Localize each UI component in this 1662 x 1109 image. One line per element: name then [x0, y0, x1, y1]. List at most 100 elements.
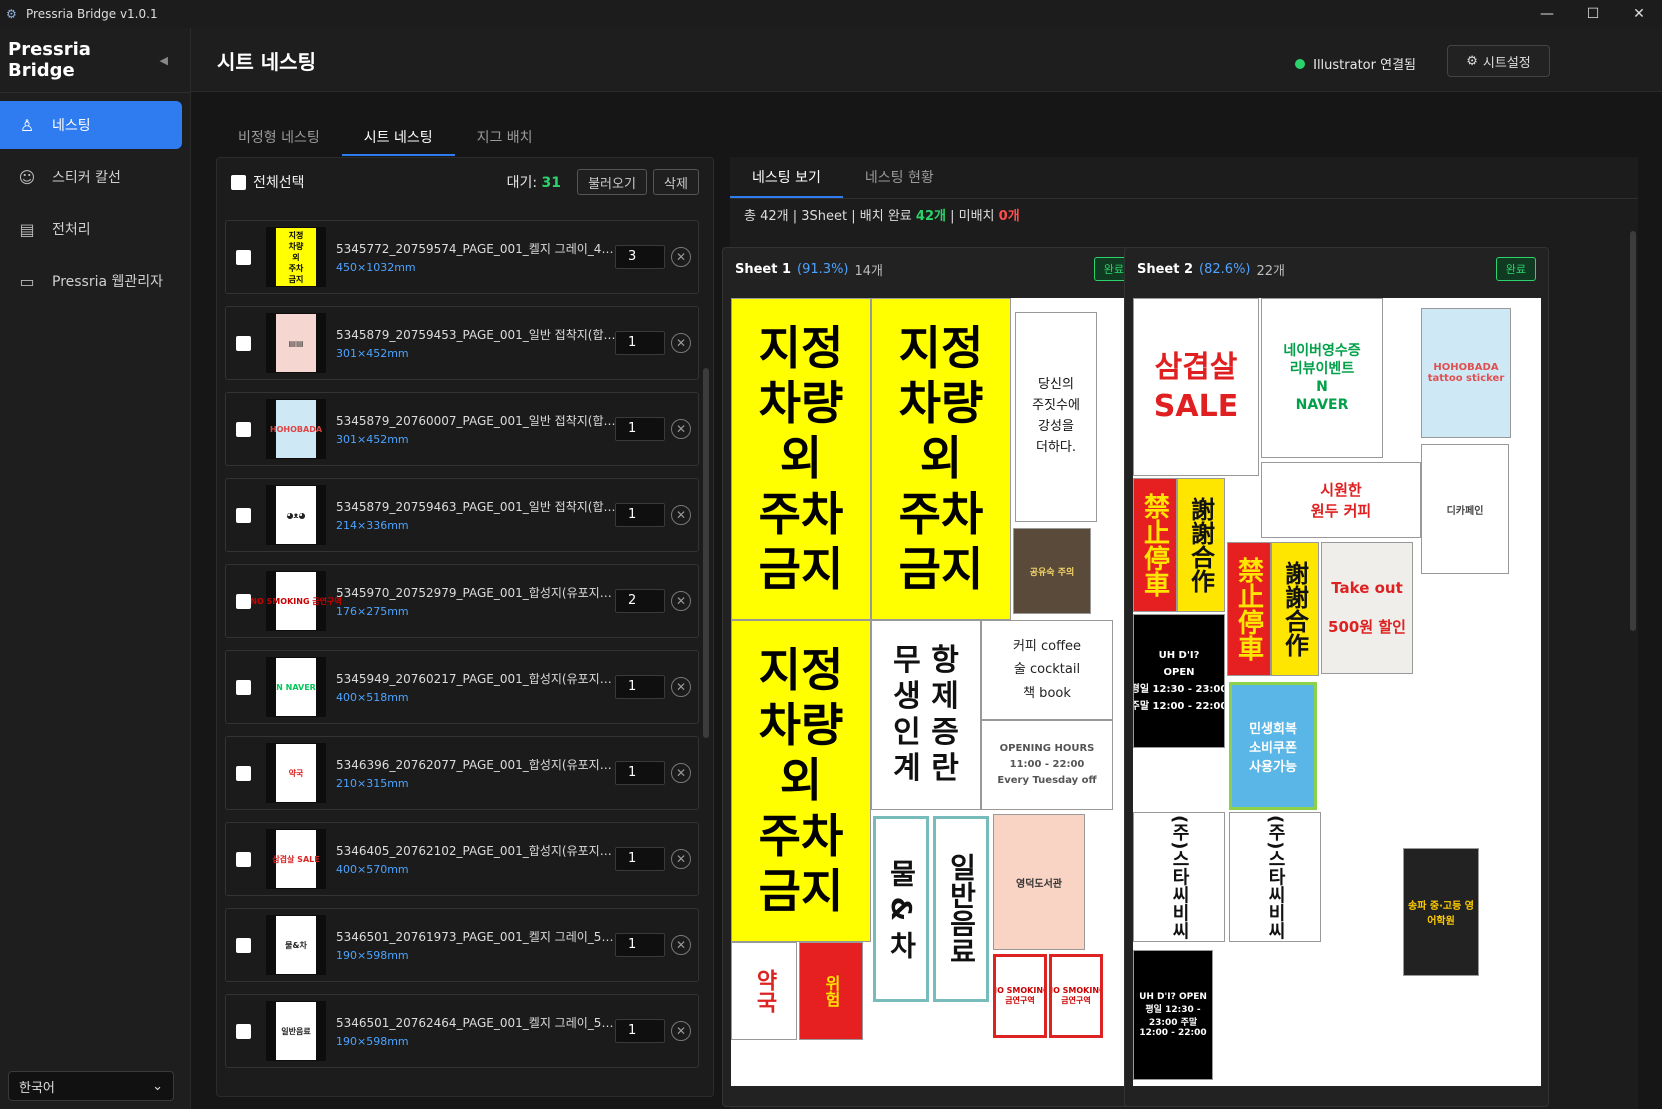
- quantity-input[interactable]: 1: [615, 503, 665, 527]
- file-name: 5345772_20759574_PAGE_001_켈지 그레이_450m...: [336, 242, 616, 256]
- tab-irregular-nesting[interactable]: 비정형 네스팅: [216, 118, 342, 156]
- load-button[interactable]: 불러오기: [577, 169, 647, 195]
- file-checkbox[interactable]: [236, 679, 251, 695]
- file-size: 301×452mm: [336, 347, 409, 360]
- quantity-input[interactable]: 3: [615, 245, 665, 269]
- remove-file-icon[interactable]: ✕: [671, 935, 691, 955]
- sheet-preview: 지정 차량 외 주차 금지 지정 차량 외 주차 금지 당신의 주짓수에 강성을…: [731, 298, 1139, 1086]
- file-info: 5345949_20760217_PAGE_001_합성지(유포지)_40...…: [336, 670, 616, 704]
- tile-parking: 지정 차량 외 주차 금지: [871, 298, 1011, 620]
- file-checkbox[interactable]: [236, 421, 251, 437]
- remove-file-icon[interactable]: ✕: [671, 591, 691, 611]
- tile-pork: 삼겹살 SALE: [1133, 298, 1259, 476]
- file-row[interactable]: 물&차 5346501_20761973_PAGE_001_켈지 그레이_580m…: [225, 908, 699, 982]
- file-info: 5346396_20762077_PAGE_001_합성지(유포지)_29...…: [336, 756, 616, 790]
- sheet-card-1[interactable]: Sheet 1 (91.3%) 14개 완료 지정 차량 외 주차 금지 지정 …: [722, 247, 1147, 1107]
- tile-thanks: 謝謝合作: [1177, 478, 1225, 612]
- remove-file-icon[interactable]: ✕: [671, 505, 691, 525]
- file-thumbnail: HOHOBADA: [266, 399, 326, 459]
- app-icon: ⚙: [6, 7, 17, 21]
- language-select[interactable]: 한국어 ⌄: [8, 1071, 174, 1101]
- file-thumbnail: ◕ᴥ◕: [266, 485, 326, 545]
- remove-file-icon[interactable]: ✕: [671, 849, 691, 869]
- delete-button[interactable]: 삭제: [653, 169, 699, 195]
- file-list: 지정 차량 외 주차 금지 5345772_20759574_PAGE_001_켈…: [225, 220, 699, 1080]
- close-icon[interactable]: ✕: [1616, 0, 1662, 28]
- file-row[interactable]: ▤▤ 5345879_20759453_PAGE_001_일반 접착지(합성지).…: [225, 306, 699, 380]
- file-row[interactable]: NO SMOKING 금연구역 5345970_20752979_PAGE_001…: [225, 564, 699, 638]
- sidebar-item-web-admin[interactable]: ▭ Pressria 웹관리자: [0, 257, 182, 305]
- file-checkbox[interactable]: [236, 1023, 251, 1039]
- remove-file-icon[interactable]: ✕: [671, 419, 691, 439]
- collapse-sidebar-icon[interactable]: ◀: [160, 54, 168, 67]
- minimize-icon[interactable]: —: [1524, 0, 1570, 28]
- file-row[interactable]: 약국 5346396_20762077_PAGE_001_합성지(유포지)_29.…: [225, 736, 699, 810]
- result-scrollbar[interactable]: [1630, 231, 1636, 631]
- file-size: 400×570mm: [336, 863, 409, 876]
- summary-sheets: 3Sheet: [801, 209, 848, 224]
- quantity-input[interactable]: 1: [615, 761, 665, 785]
- sidebar-item-label: Pressria 웹관리자: [52, 274, 164, 290]
- file-info: 5345970_20752979_PAGE_001_합성지(유포지)_17...…: [336, 584, 616, 618]
- file-size: 176×275mm: [336, 605, 409, 618]
- file-row[interactable]: 삼겹살 SALE 5346405_20762102_PAGE_001_합성지(유포…: [225, 822, 699, 896]
- wait-count: 31: [541, 175, 561, 191]
- file-checkbox[interactable]: [236, 937, 251, 953]
- sheet-utilization: (82.6%): [1199, 261, 1251, 277]
- file-row[interactable]: HOHOBADA 5345879_20760007_PAGE_001_일반 접착지…: [225, 392, 699, 466]
- chevron-down-icon: ⌄: [152, 1078, 163, 1094]
- remove-file-icon[interactable]: ✕: [671, 677, 691, 697]
- quantity-input[interactable]: 1: [615, 417, 665, 441]
- sidebar-item-sticker-cut[interactable]: ☺ 스티커 칼선: [0, 153, 182, 201]
- remove-file-icon[interactable]: ✕: [671, 1021, 691, 1041]
- language-value: 한국어: [19, 1080, 55, 1096]
- sheet-settings-label: 시트설정: [1482, 55, 1531, 71]
- connection-label: Illustrator 연결됨: [1313, 58, 1416, 73]
- quantity-input[interactable]: 1: [615, 1019, 665, 1043]
- file-checkbox[interactable]: [236, 851, 251, 867]
- sheet-header: Sheet 1 (91.3%) 14개 완료: [723, 248, 1146, 290]
- tile-library: 영덕도서관: [993, 814, 1085, 950]
- sheet-card-2[interactable]: Sheet 2 (82.6%) 22개 완료 삼겹살 SALE 네이버영수증 리…: [1124, 247, 1549, 1107]
- tab-sheet-nesting[interactable]: 시트 네스팅: [341, 118, 455, 156]
- quantity-input[interactable]: 1: [615, 847, 665, 871]
- file-row[interactable]: 지정 차량 외 주차 금지 5345772_20759574_PAGE_001_켈…: [225, 220, 699, 294]
- remove-file-icon[interactable]: ✕: [671, 247, 691, 267]
- quantity-input[interactable]: 1: [615, 331, 665, 355]
- file-checkbox[interactable]: [236, 249, 251, 265]
- quantity-input[interactable]: 2: [615, 589, 665, 613]
- file-info: 5345879_20760007_PAGE_001_일반 접착지(합성지)...…: [336, 412, 616, 446]
- sticker-icon: ☺: [18, 167, 36, 187]
- sidebar-item-preprocess[interactable]: ▤ 전처리: [0, 205, 182, 253]
- file-row[interactable]: N NAVER 5345949_20760217_PAGE_001_합성지(유포지…: [225, 650, 699, 724]
- tab-jig-layout[interactable]: 지그 배치: [455, 118, 555, 156]
- file-name: 5345949_20760217_PAGE_001_합성지(유포지)_40...: [336, 672, 616, 686]
- sidebar-item-nesting[interactable]: ♙ 네스팅: [0, 101, 182, 149]
- file-checkbox[interactable]: [236, 507, 251, 523]
- remove-file-icon[interactable]: ✕: [671, 763, 691, 783]
- tab-nesting-view[interactable]: 네스팅 보기: [730, 157, 843, 198]
- sidebar: Pressria Bridge ◀ ♙ 네스팅 ☺ 스티커 칼선 ▤ 전처리 ▭…: [0, 28, 191, 1109]
- file-name: 5345970_20752979_PAGE_001_합성지(유포지)_17...: [336, 586, 616, 600]
- file-row[interactable]: ◕ᴥ◕ 5345879_20759463_PAGE_001_일반 접착지(합성지)…: [225, 478, 699, 552]
- quantity-input[interactable]: 1: [615, 675, 665, 699]
- sidebar-item-label: 네스팅: [52, 118, 91, 134]
- page-header: 시트 네스팅 Illustrator 연결됨 ⚙ 시트설정: [191, 28, 1662, 92]
- file-checkbox[interactable]: [236, 335, 251, 351]
- remove-file-icon[interactable]: ✕: [671, 333, 691, 353]
- file-list-scrollbar[interactable]: [703, 368, 709, 738]
- maximize-icon[interactable]: ☐: [1570, 0, 1616, 28]
- file-name: 5345879_20759453_PAGE_001_일반 접착지(합성지)...: [336, 328, 616, 342]
- file-checkbox[interactable]: [236, 593, 251, 609]
- window-controls: — ☐ ✕: [1524, 0, 1662, 28]
- summary-placed-label: 배치 완료: [859, 209, 912, 224]
- quantity-input[interactable]: 1: [615, 933, 665, 957]
- file-checkbox[interactable]: [236, 765, 251, 781]
- tab-nesting-status[interactable]: 네스팅 현황: [843, 157, 956, 198]
- tile-takeout: Take out 500원 할인: [1321, 542, 1413, 674]
- sheet-settings-button[interactable]: ⚙ 시트설정: [1447, 45, 1550, 77]
- connection-status: Illustrator 연결됨: [1295, 54, 1416, 73]
- select-all-checkbox[interactable]: [231, 174, 246, 190]
- file-row[interactable]: 일반음료 5346501_20762464_PAGE_001_켈지 그레이_580…: [225, 994, 699, 1068]
- summary-unplaced-label: 미배치: [958, 209, 995, 224]
